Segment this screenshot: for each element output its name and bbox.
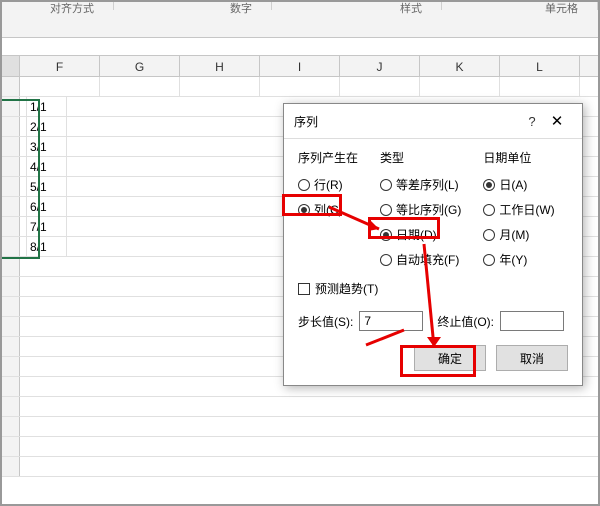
radio-icon bbox=[380, 179, 392, 191]
radio-icon bbox=[380, 204, 392, 216]
radio-label: 自动填充(F) bbox=[396, 251, 459, 268]
radio-icon bbox=[380, 254, 392, 266]
column-headers: F G H I J K L M bbox=[0, 55, 600, 77]
row-header[interactable] bbox=[0, 77, 20, 96]
ribbon-group-cells: 单元格 bbox=[545, 0, 578, 16]
cancel-button[interactable]: 取消 bbox=[496, 345, 568, 371]
stop-label: 终止值(O): bbox=[437, 313, 494, 330]
step-label: 步长值(S): bbox=[298, 313, 353, 330]
radio-label: 列(C) bbox=[314, 201, 343, 218]
step-input[interactable] bbox=[359, 311, 423, 331]
close-icon[interactable]: ✕ bbox=[542, 110, 572, 132]
radio-icon bbox=[298, 204, 310, 216]
dialog-title: 序列 bbox=[294, 113, 522, 130]
ribbon-group-number: 数字 bbox=[230, 0, 252, 16]
radio-label: 月(M) bbox=[499, 226, 529, 243]
col-header[interactable]: G bbox=[100, 56, 180, 76]
cell[interactable]: 8/1 bbox=[27, 237, 67, 256]
col-header[interactable]: I bbox=[260, 56, 340, 76]
group-type: 类型 等差序列(L) 等比序列(G) 日期(D) 自动填充(F) bbox=[380, 149, 461, 268]
radio-label: 工作日(W) bbox=[499, 201, 554, 218]
radio-geometric[interactable]: 等比序列(G) bbox=[380, 201, 461, 218]
radio-date[interactable]: 日期(D) bbox=[380, 226, 461, 243]
radio-label: 等比序列(G) bbox=[396, 201, 461, 218]
ribbon-group-style: 样式 bbox=[400, 0, 422, 16]
cell[interactable]: 4/1 bbox=[27, 157, 67, 176]
cell[interactable]: 6/1 bbox=[27, 197, 67, 216]
radio-icon bbox=[483, 204, 495, 216]
group-title: 类型 bbox=[380, 149, 461, 166]
table-row bbox=[0, 77, 600, 97]
help-icon[interactable]: ? bbox=[522, 114, 542, 129]
radio-year[interactable]: 年(Y) bbox=[483, 251, 554, 268]
col-header[interactable]: J bbox=[340, 56, 420, 76]
group-title: 日期单位 bbox=[483, 149, 554, 166]
stop-input[interactable] bbox=[500, 311, 564, 331]
radio-weekday[interactable]: 工作日(W) bbox=[483, 201, 554, 218]
cell[interactable]: 3/1 bbox=[27, 137, 67, 156]
radio-label: 行(R) bbox=[314, 176, 343, 193]
radio-month[interactable]: 月(M) bbox=[483, 226, 554, 243]
group-title: 序列产生在 bbox=[298, 149, 358, 166]
col-header-corner[interactable] bbox=[0, 56, 20, 76]
dialog-titlebar: 序列 ? ✕ bbox=[284, 104, 582, 139]
group-date-unit: 日期单位 日(A) 工作日(W) 月(M) 年(Y) bbox=[483, 149, 554, 268]
radio-icon bbox=[483, 229, 495, 241]
cell[interactable]: 2/1 bbox=[27, 117, 67, 136]
cell[interactable]: 7/1 bbox=[27, 217, 67, 236]
radio-column[interactable]: 列(C) bbox=[298, 201, 358, 218]
checkbox-icon bbox=[298, 283, 310, 295]
checkbox-label: 预测趋势(T) bbox=[315, 280, 378, 297]
radio-icon bbox=[483, 179, 495, 191]
radio-icon bbox=[380, 229, 392, 241]
col-header[interactable]: F bbox=[20, 56, 100, 76]
col-header[interactable]: K bbox=[420, 56, 500, 76]
radio-label: 日期(D) bbox=[396, 226, 437, 243]
group-series-in: 序列产生在 行(R) 列(C) bbox=[298, 149, 358, 268]
radio-day[interactable]: 日(A) bbox=[483, 176, 554, 193]
cell[interactable]: 5/1 bbox=[27, 177, 67, 196]
cell[interactable] bbox=[20, 77, 100, 96]
ok-button[interactable]: 确定 bbox=[414, 345, 486, 371]
radio-label: 等差序列(L) bbox=[396, 176, 459, 193]
radio-label: 日(A) bbox=[499, 176, 527, 193]
col-header[interactable]: L bbox=[500, 56, 580, 76]
col-header[interactable]: H bbox=[180, 56, 260, 76]
cell[interactable]: 1/1 bbox=[27, 97, 67, 116]
radio-row[interactable]: 行(R) bbox=[298, 176, 358, 193]
radio-icon bbox=[298, 179, 310, 191]
radio-arithmetic[interactable]: 等差序列(L) bbox=[380, 176, 461, 193]
radio-autofill[interactable]: 自动填充(F) bbox=[380, 251, 461, 268]
checkbox-trend[interactable]: 预测趋势(T) bbox=[298, 280, 568, 297]
col-header[interactable]: M bbox=[580, 56, 600, 76]
radio-icon bbox=[483, 254, 495, 266]
series-dialog: 序列 ? ✕ 序列产生在 行(R) 列(C) 类型 bbox=[283, 103, 583, 386]
radio-label: 年(Y) bbox=[499, 251, 527, 268]
ribbon: 对齐方式 数字 样式 单元格 bbox=[0, 0, 600, 38]
ribbon-group-align: 对齐方式 bbox=[50, 0, 94, 16]
